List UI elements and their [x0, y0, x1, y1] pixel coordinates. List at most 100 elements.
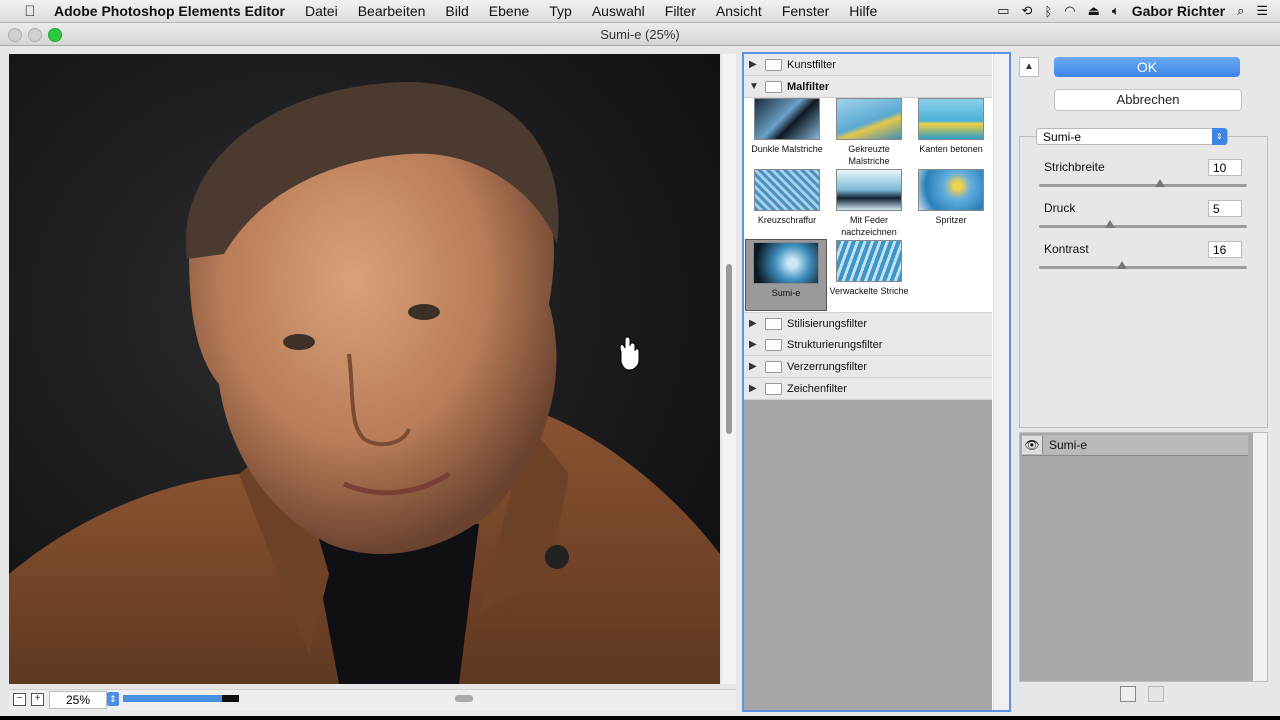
filter-thumb-label: Mit Feder nachzeichnen [841, 215, 897, 237]
apple-icon[interactable]:  [20, 3, 40, 20]
render-progress-bar [123, 695, 239, 702]
eye-visibility-icon[interactable]: 👁︎ [1022, 436, 1043, 454]
filter-thumb-label: Gekreuzte Malstriche [848, 144, 890, 166]
open-folder-icon [765, 80, 782, 93]
spotlight-search-icon[interactable]: ⌕ [1237, 3, 1244, 19]
menu-typ[interactable]: Typ [549, 3, 572, 19]
ok-button[interactable]: OK [1054, 57, 1240, 77]
filter-preview-image [836, 98, 902, 140]
time-machine-icon[interactable]: ⟲ [1022, 3, 1033, 19]
filter-preview-image [754, 169, 820, 211]
expand-arrow-icon[interactable]: ▶ [749, 318, 759, 329]
menu-bild[interactable]: Bild [445, 3, 468, 19]
menu-datei[interactable]: Datei [305, 3, 338, 19]
category-verzerrungsfilter[interactable]: ▶ Verzerrungsfilter [744, 356, 992, 378]
filter-thumb-dunkle-malstriche[interactable]: Dunkle Malstriche [747, 98, 827, 166]
preview-vertical-scroll-thumb[interactable] [726, 264, 732, 434]
filter-thumb-sumi-e[interactable]: Sumi-e [745, 239, 827, 311]
zoom-in-button[interactable]: + [31, 693, 44, 706]
new-effect-layer-icon[interactable] [1120, 686, 1136, 702]
preview-status-bar: − + 25% ⇕ [9, 689, 736, 710]
menu-hilfe[interactable]: Hilfe [849, 3, 877, 19]
slider-knob[interactable] [1104, 220, 1115, 228]
param-label-kontrast: Kontrast [1044, 242, 1089, 256]
filter-select-value: Sumi-e [1043, 130, 1082, 144]
collapse-gallery-button[interactable]: ▲ [1019, 57, 1039, 77]
menu-bar:  Adobe Photoshop Elements Editor Datei … [0, 0, 1280, 23]
zoom-dropdown-arrow-icon[interactable]: ⇕ [107, 692, 119, 706]
filter-preview-image [753, 242, 819, 284]
collapse-arrow-icon[interactable]: ▼ [749, 81, 759, 92]
category-label: Stilisierungsfilter [787, 317, 868, 330]
preview-vertical-scrollbar[interactable] [722, 54, 736, 684]
filter-thumb-mit-feder-nachzeichnen[interactable]: Mit Feder nachzeichnen [829, 169, 909, 237]
cancel-button[interactable]: Abbrechen [1054, 89, 1242, 111]
filter-thumb-label: Kreuzschraffur [757, 215, 817, 225]
menu-ebene[interactable]: Ebene [489, 3, 529, 19]
filter-gallery-dialog: − + 25% ⇕ ▶ Kunstfilter ▼ Malfilter Dunk… [0, 46, 1280, 716]
slider-strichbreite[interactable] [1039, 179, 1247, 187]
filter-preview-image [918, 98, 984, 140]
filter-thumb-label: Dunkle Malstriche [751, 144, 823, 154]
category-label: Kunstfilter [787, 58, 836, 71]
filter-thumb-label: Verwackelte Striche [829, 286, 909, 296]
expand-arrow-icon[interactable]: ▶ [749, 383, 759, 394]
category-malfilter[interactable]: ▼ Malfilter [744, 76, 992, 98]
effect-layers-scrollbar[interactable] [1253, 433, 1267, 681]
category-kunstfilter[interactable]: ▶ Kunstfilter [744, 54, 992, 76]
folder-icon [765, 317, 782, 330]
filter-thumb-spritzer[interactable]: Spritzer [911, 169, 991, 237]
app-name-menu[interactable]: Adobe Photoshop Elements Editor [54, 3, 285, 19]
delete-effect-layer-icon[interactable] [1148, 686, 1164, 702]
category-label: Zeichenfilter [787, 382, 847, 395]
expand-arrow-icon[interactable]: ▶ [749, 361, 759, 372]
filter-select-dropdown[interactable]: Sumi-e ⇕ [1036, 128, 1228, 145]
filter-thumb-kanten-betonen[interactable]: Kanten betonen [911, 98, 991, 166]
menu-auswahl[interactable]: Auswahl [592, 3, 645, 19]
slider-kontrast[interactable] [1039, 261, 1247, 269]
portrait-photo [9, 82, 720, 684]
notification-center-icon[interactable]: ☰ [1256, 3, 1268, 19]
slider-knob[interactable] [1117, 261, 1128, 269]
image-preview-canvas[interactable] [9, 54, 720, 684]
bluetooth-icon[interactable]: ᛒ [1044, 4, 1052, 19]
render-progress-fill [123, 695, 222, 702]
menu-bearbeiten[interactable]: Bearbeiten [358, 3, 426, 19]
menu-fenster[interactable]: Fenster [782, 3, 829, 19]
expand-arrow-icon[interactable]: ▶ [749, 339, 759, 350]
menu-filter[interactable]: Filter [665, 3, 696, 19]
param-label-strichbreite: Strichbreite [1044, 160, 1105, 174]
param-label-druck: Druck [1044, 201, 1076, 215]
volume-icon[interactable]: 🔈︎ [1112, 3, 1120, 19]
effect-layer-row[interactable]: 👁︎ Sumi-e [1022, 435, 1248, 456]
window-title: Sumi-e (25%) [600, 27, 680, 42]
zoom-level-field[interactable]: 25% [49, 691, 107, 709]
expand-arrow-icon[interactable]: ▶ [749, 59, 759, 70]
category-zeichenfilter[interactable]: ▶ Zeichenfilter [744, 378, 992, 400]
preview-horizontal-scroll-thumb[interactable] [455, 695, 473, 702]
filter-thumb-gekreuzte-malstriche[interactable]: Gekreuzte Malstriche [829, 98, 909, 166]
menu-ansicht[interactable]: Ansicht [716, 3, 762, 19]
filter-thumb-label: Sumi-e [771, 288, 801, 298]
param-value-strichbreite[interactable]: 10 [1208, 159, 1242, 176]
param-value-druck[interactable]: 5 [1208, 200, 1242, 217]
zoom-out-button[interactable]: − [13, 693, 26, 706]
dropdown-arrows-icon[interactable]: ⇕ [1212, 128, 1227, 145]
param-value-kontrast[interactable]: 16 [1208, 241, 1242, 258]
category-stilisierungsfilter[interactable]: ▶ Stilisierungsfilter [744, 312, 992, 335]
slider-knob[interactable] [1154, 179, 1165, 187]
filter-thumb-verwackelte-striche[interactable]: Verwackelte Striche [829, 240, 909, 308]
filter-thumb-label: Spritzer [935, 215, 967, 225]
filter-thumb-label: Kanten betonen [919, 144, 983, 154]
battery-icon[interactable]: ▭ [997, 3, 1009, 19]
category-strukturierungsfilter[interactable]: ▶ Strukturierungsfilter [744, 334, 992, 356]
filter-list-empty-area [744, 400, 992, 710]
slider-druck[interactable] [1039, 220, 1247, 228]
eject-icon[interactable]: ⏏ [1088, 3, 1100, 19]
filter-thumb-kreuzschraffur[interactable]: Kreuzschraffur [747, 169, 827, 237]
filter-settings-panel: ▲ OK Abbrechen Sumi-e ⇕ Strichbreite 10 … [1014, 52, 1270, 708]
user-name-menu[interactable]: Gabor Richter [1132, 3, 1225, 19]
wifi-icon[interactable]: ◠ [1064, 3, 1075, 19]
filter-list-scrollbar[interactable] [993, 54, 1009, 710]
filter-browser-panel: ▶ Kunstfilter ▼ Malfilter Dunkle Malstri… [742, 52, 1011, 712]
